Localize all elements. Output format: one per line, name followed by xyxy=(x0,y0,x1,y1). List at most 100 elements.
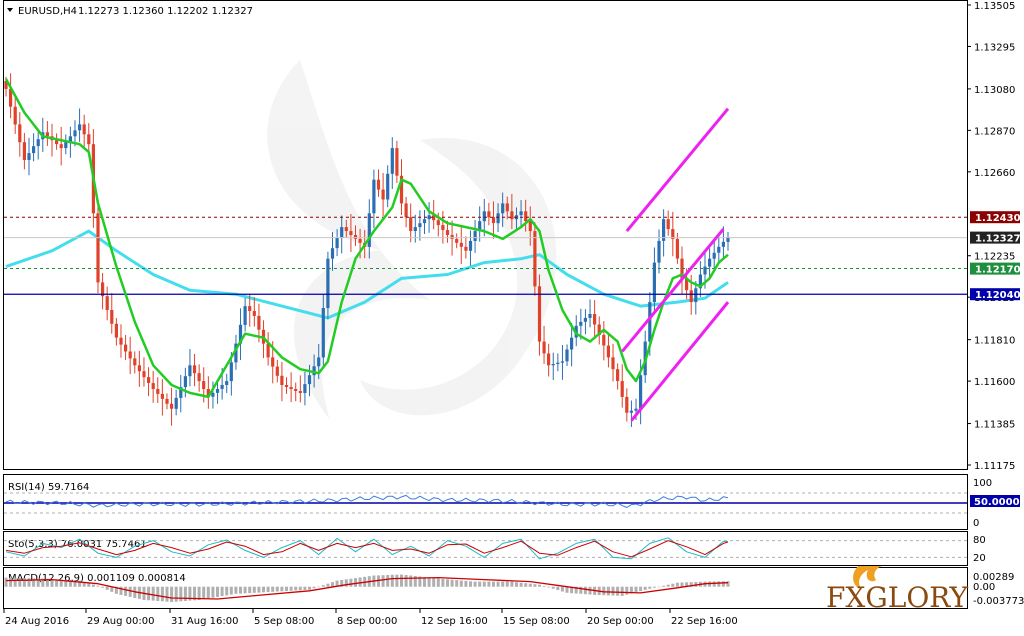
candle xyxy=(96,201,100,294)
candle-body xyxy=(275,366,279,376)
candle-body xyxy=(147,377,151,383)
candle-body xyxy=(105,296,109,310)
macd-bar xyxy=(225,586,229,596)
candle-body xyxy=(634,408,638,411)
candle-body xyxy=(533,231,537,287)
candle-body xyxy=(330,248,335,259)
candle-body xyxy=(657,240,661,263)
rsi-tick-top: 100 xyxy=(973,478,992,489)
macd-bar xyxy=(643,586,647,590)
macd-bar xyxy=(354,578,357,587)
macd-bar xyxy=(533,584,537,587)
macd-bar xyxy=(160,586,164,602)
macd-bar xyxy=(262,586,265,593)
candle-body xyxy=(620,381,624,397)
candle-body xyxy=(611,357,615,370)
time-tick-label: 12 Sep 16:00 xyxy=(421,616,488,627)
macd-bar xyxy=(248,586,252,594)
price-tick-label: 1.12660 xyxy=(974,168,1015,179)
macd-bar xyxy=(321,585,325,587)
macd-bar xyxy=(285,586,288,591)
macd-bar xyxy=(657,586,661,588)
candle-body xyxy=(353,235,358,239)
macd-bar xyxy=(170,586,174,602)
candle-body xyxy=(395,148,399,176)
candle-body xyxy=(137,365,141,372)
candle-body xyxy=(524,211,528,222)
macd-bar xyxy=(515,582,518,587)
candle-body xyxy=(119,337,123,345)
candle-body xyxy=(505,203,509,212)
candle-body xyxy=(211,392,215,397)
candle-body xyxy=(18,124,22,143)
macd-bar xyxy=(482,581,486,587)
candle-body xyxy=(450,235,454,239)
candle-body xyxy=(124,344,128,352)
macd-bar xyxy=(220,586,224,597)
price-tick-label: 1.13505 xyxy=(974,1,1015,12)
macd-bar xyxy=(326,583,330,587)
macd-bar xyxy=(312,586,316,589)
macd-bar xyxy=(275,586,279,592)
candle-body xyxy=(468,240,473,251)
candle-body xyxy=(547,353,551,366)
candle-body xyxy=(151,383,155,389)
candle-body xyxy=(464,246,468,251)
candle-body xyxy=(436,220,440,226)
macd-bar xyxy=(606,586,610,596)
macd-bar xyxy=(96,585,100,587)
macd-bar xyxy=(611,586,615,596)
candle-body xyxy=(689,290,693,303)
macd-bar xyxy=(105,586,109,590)
level-tag-label-resistance: 1.12430 xyxy=(975,213,1021,224)
candle-body xyxy=(455,238,459,243)
candle-body xyxy=(335,237,339,249)
candle-body xyxy=(55,140,59,145)
macd-bar xyxy=(639,586,643,592)
candle-body xyxy=(583,317,587,322)
candle-body xyxy=(708,258,712,267)
candle-body xyxy=(326,258,330,309)
candle-body xyxy=(22,142,26,160)
candle-body xyxy=(390,148,394,174)
macd-bar xyxy=(579,586,583,594)
candle-body xyxy=(133,358,137,366)
rsi-label: RSI(14) 59.7164 xyxy=(8,482,89,493)
candle-body xyxy=(519,211,523,216)
level-tag-label-pivot: 1.12040 xyxy=(975,290,1021,301)
candle xyxy=(533,222,537,296)
macd-bar xyxy=(381,575,385,587)
macd-bar xyxy=(652,586,656,588)
candle-body xyxy=(73,130,77,137)
macd-bar xyxy=(179,586,183,602)
candle-body xyxy=(280,375,284,385)
trading-chart[interactable]: EURUSD,H4 1.12273 1.12360 1.12202 1.1232… xyxy=(0,0,1024,636)
macd-bar xyxy=(560,586,564,592)
macd-tick-zero: 0.00 xyxy=(973,582,995,593)
macd-bar xyxy=(294,586,298,591)
candle-body xyxy=(570,337,574,350)
candle-body xyxy=(496,213,500,224)
price-tick-label: 1.12870 xyxy=(974,126,1015,137)
time-tick-label: 22 Sep 16:00 xyxy=(671,616,738,627)
macd-bar xyxy=(409,575,413,587)
candle-body xyxy=(78,124,82,131)
macd-bar xyxy=(252,586,256,593)
macd-bar xyxy=(386,575,390,587)
candle-body xyxy=(13,106,17,125)
macd-bar xyxy=(243,586,247,594)
macd-bar xyxy=(308,586,311,590)
macd-bar xyxy=(726,581,730,587)
candle-body xyxy=(501,203,505,214)
candle-body xyxy=(321,308,325,358)
candle-body xyxy=(59,144,63,149)
macd-bar xyxy=(556,586,560,591)
candle-body xyxy=(170,403,174,409)
macd-bar xyxy=(400,574,403,587)
macd-bar xyxy=(717,581,721,587)
candle-body xyxy=(266,343,270,358)
candle-body xyxy=(721,241,725,247)
macd-bar xyxy=(487,581,491,587)
macd-bar xyxy=(473,581,477,587)
price-tick-label: 1.13080 xyxy=(974,85,1015,96)
